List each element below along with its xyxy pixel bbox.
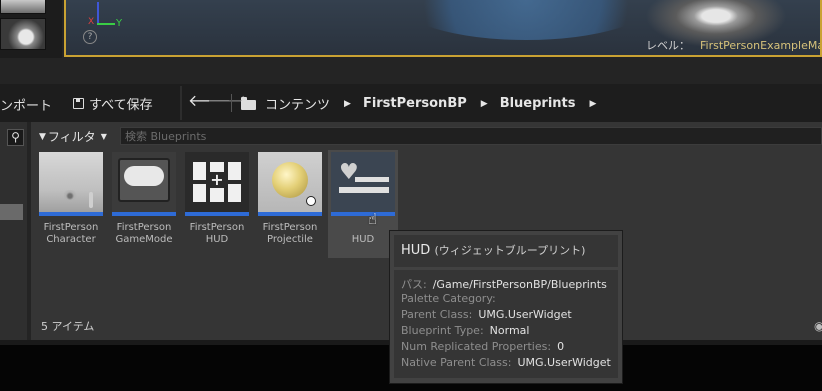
tooltip-body: パス:/Game/FirstPersonBP/Blueprints Palett… [394, 270, 618, 378]
character-post [89, 192, 93, 208]
breadcrumb: コンテンツ ▶ FirstPersonBP ▶ Blueprints ▶ [241, 94, 608, 113]
widget-blueprint-icon: ♥ [331, 152, 395, 216]
axis-x-label: X [88, 17, 95, 27]
folder-icon[interactable] [241, 96, 256, 110]
breadcrumb-firstpersonbp[interactable]: FirstPersonBP [363, 96, 467, 111]
sphere-thumbnail [258, 152, 322, 216]
gamepad-shape [124, 166, 164, 186]
tooltip-title: HUD (ウィジェットブループリント) [401, 242, 585, 258]
asset-tile-hud[interactable]: ♥ HUD [328, 150, 398, 258]
selected-folder-row[interactable] [0, 204, 23, 220]
toolbar-divider [180, 86, 182, 120]
level-viewport[interactable]: X Y ? レベル： FirstPersonExampleMa [64, 0, 822, 57]
asset-tile-firstperson-hud[interactable]: + FirstPerson HUD [182, 152, 252, 246]
widget-line [339, 187, 389, 193]
tooltip-row-native-parent-class: Native Parent Class: UMG.UserWidget [401, 356, 611, 369]
widget-line [355, 177, 389, 182]
axis-y-line [97, 23, 115, 25]
sphere-badge-icon [306, 196, 316, 206]
content-browser-toolbar: ンポート すべて保存 🡐 🡒 コンテンツ ▶ FirstPersonBP ▶ B… [0, 84, 822, 122]
view-options-eye-icon[interactable]: ◉ [814, 319, 822, 333]
chevron-right-icon[interactable]: ▶ [344, 99, 351, 109]
breadcrumb-blueprints[interactable]: Blueprints [500, 96, 576, 111]
save-icon [73, 98, 84, 109]
breadcrumb-content[interactable]: コンテンツ [265, 94, 330, 113]
save-all-button[interactable]: すべて保存 [73, 94, 153, 113]
asset-name: HUD [351, 234, 375, 245]
save-all-label: すべて保存 [89, 98, 153, 113]
tooltip-header: HUD (ウィジェットブループリント) [394, 235, 618, 267]
tooltip-asset-name: HUD [401, 243, 431, 258]
asset-type-bar [112, 212, 176, 216]
tooltip-row-parent-class: Parent Class: UMG.UserWidget [401, 308, 572, 321]
asset-type-bar [39, 212, 103, 216]
asset-tile-firstperson-gamemode[interactable]: FirstPerson GameMode [109, 152, 179, 246]
axis-z-line [97, 2, 99, 24]
filter-label: フィルタ [47, 130, 96, 144]
mesh-thumbnail[interactable] [0, 0, 46, 14]
chevron-down-icon: ▼ [100, 132, 107, 141]
import-button[interactable]: ンポート [0, 95, 52, 114]
help-icon[interactable]: ? [83, 30, 97, 44]
toolbar-divider [231, 94, 232, 112]
item-count: 5 アイテム [41, 320, 95, 333]
filter-button[interactable]: ▼ フィルタ ▼ [39, 128, 107, 145]
asset-type-bar [331, 212, 395, 216]
asset-tile-firstperson-projectile[interactable]: FirstPerson Projectile [255, 152, 325, 246]
asset-name: FirstPerson HUD [189, 222, 245, 245]
asset-type-bar [258, 212, 322, 216]
gamepad-icon [112, 152, 176, 216]
asset-search-box[interactable] [120, 127, 822, 145]
asset-name: FirstPerson Projectile [262, 222, 318, 245]
asset-tile-firstperson-character[interactable]: FirstPerson Character [36, 152, 106, 246]
axis-y-label: Y [116, 18, 123, 29]
tooltip-asset-type: (ウィジェットブループリント) [434, 244, 586, 257]
chevron-right-icon[interactable]: ▶ [481, 99, 488, 109]
level-label: レベル： [646, 39, 690, 52]
filter-bar: ▼ フィルタ ▼ [31, 127, 822, 147]
tooltip-row-palette-category: Palette Category: [401, 292, 496, 305]
level-info: レベル： FirstPersonExampleMa [646, 37, 822, 53]
character-thumbnail [39, 152, 103, 216]
level-name: FirstPersonExampleMa [700, 39, 822, 52]
tooltip-row-blueprint-type: Blueprint Type: Normal [401, 324, 530, 337]
search-input[interactable] [125, 128, 785, 144]
tooltip-row-replicated-properties: Num Replicated Properties: 0 [401, 340, 565, 353]
sources-panel: ⚲ [0, 122, 27, 340]
left-thumbnail-strip [0, 0, 62, 58]
chevron-right-icon[interactable]: ▶ [590, 99, 597, 109]
plus-icon: + [209, 170, 225, 189]
funnel-icon: ▼ [39, 131, 46, 142]
character-figure [64, 190, 80, 202]
mesh-thumbnail[interactable] [0, 18, 46, 50]
asset-type-bar [185, 212, 249, 216]
asset-name: FirstPerson Character [43, 222, 99, 245]
asset-tooltip: HUD (ウィジェットブループリント) パス:/Game/FirstPerson… [389, 230, 623, 384]
axis-gizmo: X Y [88, 2, 131, 32]
asset-name: FirstPerson GameMode [115, 222, 173, 245]
hand-cursor-icon: ☝ [368, 210, 378, 228]
search-icon[interactable]: ⚲ [7, 129, 24, 146]
tooltip-row-path: パス:/Game/FirstPersonBP/Blueprints [401, 278, 607, 291]
projectile-sphere [272, 162, 308, 198]
hud-grid-icon: + [185, 152, 249, 216]
